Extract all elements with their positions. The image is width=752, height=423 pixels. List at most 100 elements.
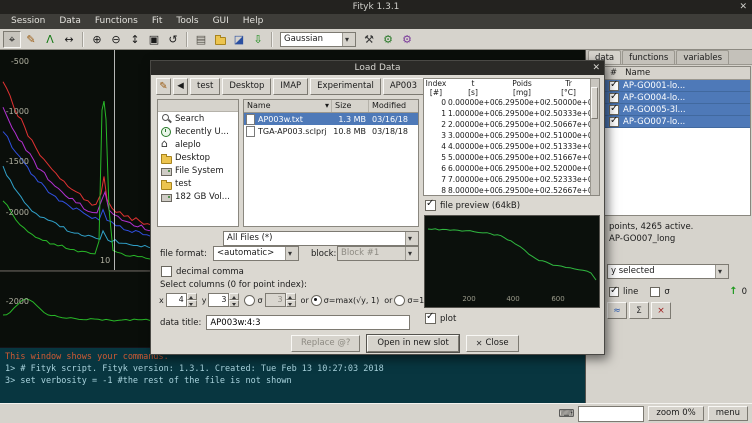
spin-down-icon[interactable] xyxy=(229,300,239,307)
file-row[interactable]: TGA-AP003.sclprj10.8 MB03/18/18 xyxy=(244,125,418,137)
file-format-combo[interactable]: <automatic> xyxy=(213,246,299,261)
x-column-spinner[interactable]: 4 xyxy=(166,293,197,307)
window-close-button[interactable]: ✕ xyxy=(739,0,747,14)
place-desktop[interactable]: Desktop xyxy=(158,151,238,164)
dialog-close-button[interactable]: ✕ xyxy=(592,61,600,75)
menu-button[interactable]: menu xyxy=(708,406,748,421)
path-back-button[interactable]: ◀ xyxy=(173,78,188,95)
command-input[interactable] xyxy=(578,406,644,422)
add-peak-mode-button[interactable]: Λ xyxy=(41,31,59,48)
close-button[interactable]: Close xyxy=(466,335,519,352)
dataset-checkbox[interactable] xyxy=(609,117,619,127)
scrollbar-thumb[interactable] xyxy=(591,87,598,119)
menu-data[interactable]: Data xyxy=(52,14,88,29)
export-button[interactable]: ⇩ xyxy=(249,31,267,48)
sigma-checkbox[interactable] xyxy=(650,287,660,297)
preview-table-row[interactable]: 77.00000e+0006.29500e+0002.52333e+001 xyxy=(424,174,599,185)
sigma-column-radio[interactable] xyxy=(244,295,255,306)
function-type-combo[interactable]: Gaussian xyxy=(280,32,356,47)
output-console[interactable]: This window shows your commands.1> # Fit… xyxy=(0,347,585,403)
place-file-system[interactable]: File System xyxy=(158,164,238,177)
hammer-button[interactable]: ⚒ xyxy=(360,31,378,48)
zoom-button[interactable]: zoom 0% xyxy=(648,406,703,421)
file-filter-combo[interactable]: All Files (*) xyxy=(223,231,419,246)
column-modified[interactable]: Modified xyxy=(369,100,418,112)
spin-up-icon[interactable] xyxy=(286,293,296,300)
zoom-in-button[interactable]: ⊕ xyxy=(88,31,106,48)
replace-button[interactable]: Replace @? xyxy=(291,335,360,352)
dataset-list[interactable]: # Name AP-GO001-lo...AP-GO004-lo...AP-GO… xyxy=(587,66,751,216)
activate-points-mode-button[interactable]: ↔ xyxy=(60,31,78,48)
dataset-row[interactable]: AP-GO007-lo... xyxy=(588,116,750,128)
type-filename-button[interactable]: ✎ xyxy=(156,78,171,95)
spin-down-icon[interactable] xyxy=(286,300,296,307)
dataset-checkbox[interactable] xyxy=(609,93,619,103)
zoom-vertical-button[interactable]: ↕ xyxy=(126,31,144,48)
sum-button[interactable]: Σ xyxy=(629,302,649,319)
delete-dataset-button[interactable]: × xyxy=(651,302,671,319)
place-search[interactable]: Search xyxy=(158,112,238,125)
y-column-spinner[interactable]: 3 xyxy=(208,293,239,307)
spinner-arrows[interactable] xyxy=(229,293,239,307)
preview-table-row[interactable]: 44.00000e+0006.29500e+0002.51333e+001 xyxy=(424,141,599,152)
file-preview-checkbox[interactable] xyxy=(425,200,436,211)
plot-style-button[interactable]: ≈ xyxy=(607,302,627,319)
preview-table-row[interactable]: 00.00000e+0006.29500e+0002.50000e+001 xyxy=(424,97,599,108)
preview-table-scrollbar[interactable] xyxy=(590,79,599,195)
dataset-checkbox[interactable] xyxy=(609,81,619,91)
gear-green-button[interactable]: ⚙ xyxy=(379,31,397,48)
shift-up-icon[interactable] xyxy=(729,286,737,297)
previous-zoom-button[interactable]: ↺ xyxy=(164,31,182,48)
dataset-checkbox[interactable] xyxy=(609,105,619,115)
place-aleplo[interactable]: aleplo xyxy=(158,138,238,151)
open-session-button[interactable] xyxy=(211,31,229,48)
file-row[interactable]: AP003w.txt1.3 MB03/16/18 xyxy=(244,113,418,125)
dialog-titlebar[interactable]: Load Data ✕ xyxy=(151,61,604,75)
tab-variables[interactable]: variables xyxy=(676,50,729,64)
path-imap-button[interactable]: IMAP xyxy=(273,78,308,95)
line-checkbox[interactable] xyxy=(609,287,619,297)
menu-fit[interactable]: Fit xyxy=(145,14,170,29)
spin-up-icon[interactable] xyxy=(229,293,239,300)
preview-plot[interactable]: 200400600 xyxy=(424,215,600,308)
spinner-arrows[interactable] xyxy=(286,293,296,307)
path-ap003-button[interactable]: AP003 xyxy=(383,78,424,95)
data-title-input[interactable] xyxy=(206,315,410,330)
preview-table[interactable]: IndextPoidsTr[#][s][mg][°C]00.00000e+000… xyxy=(423,78,600,196)
menu-tools[interactable]: Tools xyxy=(169,14,205,29)
menu-session[interactable]: Session xyxy=(4,14,52,29)
spin-down-icon[interactable] xyxy=(187,300,197,307)
path-desktop-button[interactable]: Desktop xyxy=(222,78,271,95)
gear-purple-button[interactable]: ⚙ xyxy=(398,31,416,48)
zoom-all-button[interactable]: ▣ xyxy=(145,31,163,48)
sigma-max-radio[interactable] xyxy=(311,295,322,306)
preview-table-row[interactable]: 88.00000e+0006.29500e+0002.52667e+001 xyxy=(424,185,599,196)
sigma-column-spinner[interactable]: 3 xyxy=(265,293,296,307)
place-test[interactable]: test xyxy=(158,177,238,190)
plot-checkbox[interactable] xyxy=(425,313,436,324)
menu-functions[interactable]: Functions xyxy=(88,14,145,29)
open-in-new-slot-button[interactable]: Open in new slot xyxy=(367,335,458,352)
path-test-button[interactable]: test xyxy=(190,78,220,95)
sigma-one-radio[interactable] xyxy=(394,295,405,306)
spin-up-icon[interactable] xyxy=(187,293,197,300)
places-list[interactable]: SearchRecently U...aleploDesktopFile Sys… xyxy=(157,99,239,227)
file-list[interactable]: Name ▾ Size Modified AP003w.txt1.3 MB03/… xyxy=(243,99,419,227)
save-session-button[interactable]: ◪ xyxy=(230,31,248,48)
new-session-button[interactable]: ▤ xyxy=(192,31,210,48)
data-edit-mode-button[interactable]: ✎ xyxy=(22,31,40,48)
decimal-comma-checkbox[interactable] xyxy=(161,266,172,277)
zoom-mode-button[interactable]: ⌖ xyxy=(3,31,21,48)
data-view-combo[interactable]: y selected xyxy=(607,264,729,279)
column-size[interactable]: Size xyxy=(332,100,369,112)
spinner-arrows[interactable] xyxy=(187,293,197,307)
block-combo[interactable]: Block #1 xyxy=(337,246,419,261)
column-name[interactable]: Name ▾ xyxy=(244,100,332,112)
path-experimental-button[interactable]: Experimental xyxy=(310,78,381,95)
preview-table-row[interactable]: 55.00000e+0006.29500e+0002.51667e+001 xyxy=(424,152,599,163)
menu-gui[interactable]: GUI xyxy=(206,14,236,29)
preview-table-row[interactable]: 66.00000e+0006.29500e+0002.52000e+001 xyxy=(424,163,599,174)
menu-help[interactable]: Help xyxy=(236,14,271,29)
titlebar[interactable]: Fityk 1.3.1 ✕ xyxy=(0,0,752,14)
preview-table-row[interactable]: 22.00000e+0006.29500e+0002.50667e+001 xyxy=(424,119,599,130)
